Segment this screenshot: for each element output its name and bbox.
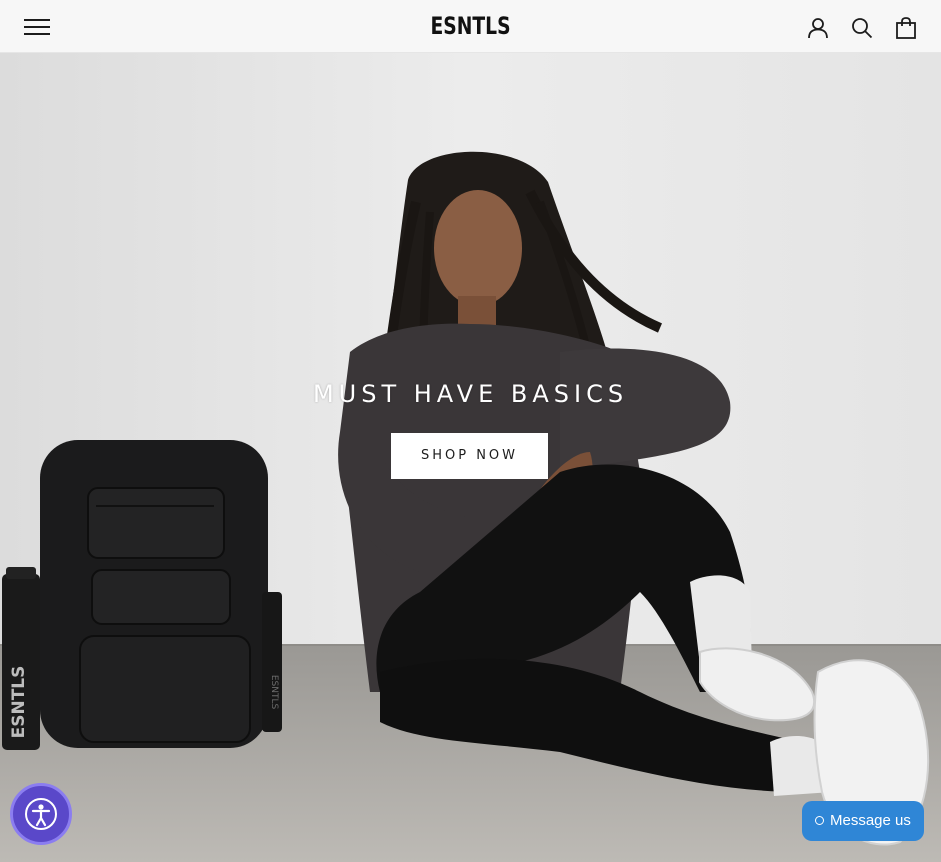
account-icon[interactable] (806, 16, 830, 40)
cart-icon[interactable] (894, 16, 918, 40)
message-us-label: Message us (830, 812, 911, 829)
shop-now-button[interactable]: SHOP NOW (391, 433, 548, 479)
hero-title: MUST HAVE BASICS (312, 380, 629, 408)
strap-text: ESNTLS (269, 675, 279, 710)
bottle-text: ESNTLS (9, 666, 29, 739)
accessibility-button[interactable] (10, 783, 72, 845)
site-header: ESNTLS (0, 0, 941, 53)
menu-icon[interactable] (24, 16, 50, 38)
brand-logo[interactable]: ESNTLS (104, 12, 838, 40)
chat-status-icon (815, 816, 824, 825)
message-us-button[interactable]: Message us (802, 801, 924, 841)
search-icon[interactable] (850, 16, 874, 40)
backpack: ESNTLS (40, 440, 282, 748)
page: ESNTLS ESNTLS ESNTLS MUST HAVE BASICS SH… (0, 0, 941, 862)
accessibility-icon (25, 798, 57, 830)
hero-banner[interactable]: ESNTLS ESNTLS MUST HAVE BASICS SHOP NOW (0, 52, 941, 862)
water-bottle: ESNTLS (2, 567, 40, 750)
